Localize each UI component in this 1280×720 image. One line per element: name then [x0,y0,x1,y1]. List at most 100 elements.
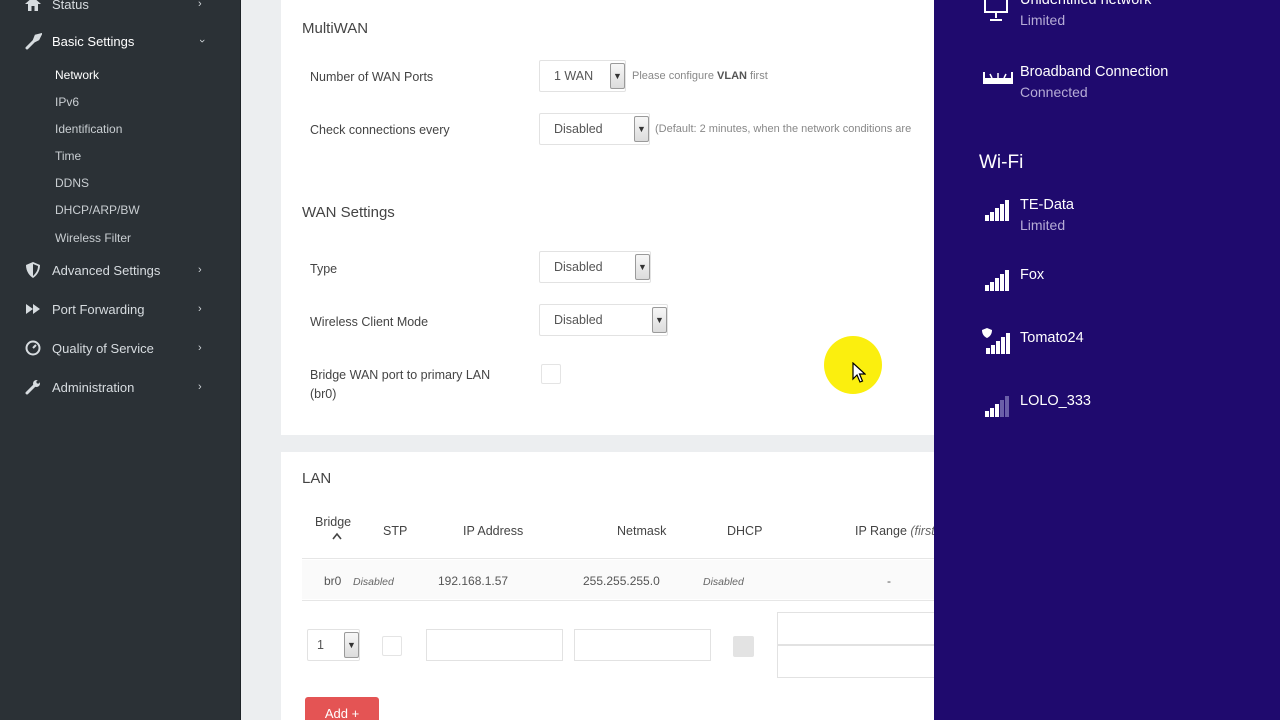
sidebar-item-administration[interactable]: Administration › [0,372,240,402]
column-header-netmask: Netmask [617,524,667,538]
network-name: Broadband Connection [1020,64,1169,80]
chevron-down-icon: ▼ [344,632,359,658]
cell-range: - [887,574,891,588]
network-name: Tomato24 [1020,330,1084,346]
wan-settings-title: WAN Settings [302,204,395,221]
check-connections-select[interactable]: Disabled ▼ [539,113,650,145]
sidebar-item-label: Status [52,0,89,12]
chevron-down-icon: ▼ [610,63,625,89]
select-value: 1 WAN [554,69,594,83]
wifi-signal-icon [985,199,1015,229]
chevron-right-icon: › [198,381,202,393]
check-connections-hint: (Default: 2 minutes, when the network co… [655,123,912,135]
new-stp-checkbox[interactable] [382,636,402,656]
new-ip-address-input[interactable] [426,629,563,661]
wrench-icon [24,32,42,50]
network-status: Limited [1020,12,1066,28]
row-divider [302,600,934,601]
check-connections-label: Check connections every [310,123,450,137]
secured-wifi-signal-icon [982,328,1012,358]
select-value: Disabled [554,122,603,136]
column-header-ip-address: IP Address [463,524,524,538]
wifi-item-fox[interactable]: Fox [934,267,1280,311]
chevron-down-icon: ▼ [634,116,649,142]
sidebar-item-advanced-settings[interactable]: Advanced Settings › [0,255,240,285]
select-value: Disabled [554,313,603,327]
sort-ascending-icon[interactable] [332,532,342,543]
wan-ports-hint: Please configure VLAN first [632,70,768,82]
select-value: Disabled [554,260,603,274]
network-name: Fox [1020,267,1045,283]
network-name: Unidentified network [1020,0,1152,8]
shield-icon [24,261,42,279]
sidebar-item-basic-settings[interactable]: Basic Settings › [0,26,240,56]
new-dhcp-checkbox[interactable] [733,636,754,657]
cell-dhcp: Disabled [703,576,744,588]
chevron-down-icon: › [195,39,208,43]
table-row: br0 Disabled 192.168.1.57 255.255.255.0 … [302,560,934,599]
wifi-item-lolo-333[interactable]: LOLO_333 [934,393,1280,437]
column-header-bridge[interactable]: Bridge [315,515,351,529]
new-netmask-input[interactable] [574,629,711,661]
wifi-item-te-data[interactable]: TE-Data Limited [934,197,1280,241]
new-bridge-select[interactable]: 1 ▼ [307,629,360,661]
vlan-link[interactable]: VLAN [717,70,747,82]
sidebar-item-port-forwarding[interactable]: Port Forwarding › [0,294,240,324]
chevron-right-icon: › [198,303,202,315]
home-icon [24,0,42,13]
new-range-end-input[interactable] [777,645,934,678]
wired-network-icon [982,0,1012,26]
cell-ip: 192.168.1.57 [438,574,509,588]
bridge-wan-checkbox[interactable] [541,364,561,384]
chevron-right-icon: › [198,264,202,276]
sidebar-subitem-network[interactable]: Network [55,68,99,82]
sidebar-subitem-dhcp-arp-bw[interactable]: DHCP/ARP/BW [55,203,140,217]
sidebar-subitem-identification[interactable]: Identification [55,122,122,136]
network-status: Connected [1020,84,1088,100]
sidebar-item-label: Administration [52,379,135,395]
cell-stp: Disabled [353,576,394,588]
bridge-wan-label: Bridge WAN port to primary LAN (br0) [310,368,491,401]
gauge-icon [24,339,42,357]
wireless-client-select[interactable]: Disabled ▼ [539,304,668,336]
network-item-broadband[interactable]: Broadband Connection Connected [934,64,1280,108]
network-name: LOLO_333 [1020,393,1091,409]
sidebar-subitem-time[interactable]: Time [55,149,81,163]
select-value: 1 [317,638,324,652]
network-item-unidentified[interactable]: Unidentified network Limited [934,0,1280,36]
new-range-start-input[interactable] [777,612,934,645]
mouse-pointer-icon [852,361,867,389]
cell-bridge: br0 [324,574,342,588]
forward-icon [24,300,42,318]
main-content: MultiWAN Number of WAN Ports 1 WAN ▼ Ple… [241,0,934,720]
sidebar-subitem-wireless-filter[interactable]: Wireless Filter [55,231,131,245]
wifi-signal-icon [985,269,1015,299]
sidebar-item-quality-of-service[interactable]: Quality of Service › [0,333,240,363]
wifi-item-tomato24[interactable]: Tomato24 [934,328,1280,374]
wifi-heading: Wi-Fi [979,152,1024,173]
network-status: Limited [1020,217,1066,233]
wan-type-select[interactable]: Disabled ▼ [539,251,651,283]
add-button[interactable]: Add + [305,697,379,720]
sidebar-item-label: Basic Settings [52,33,135,49]
sidebar-subitem-ddns[interactable]: DDNS [55,176,89,190]
header-divider [302,558,934,559]
sidebar-item-label: Port Forwarding [52,301,145,317]
wireless-client-label: Wireless Client Mode [310,315,429,329]
chevron-right-icon: › [198,0,202,10]
lan-card: LAN Bridge STP IP Address Netmask DHCP I… [281,452,934,720]
chevron-down-icon: ▼ [635,254,650,280]
wan-ports-select[interactable]: 1 WAN ▼ [539,60,626,92]
network-flyout: Unidentified network Limited Broadband C… [934,0,1280,720]
column-header-ip-range: IP Range (first [855,524,934,538]
chevron-right-icon: › [198,342,202,354]
sidebar-subitem-ipv6[interactable]: IPv6 [55,95,79,109]
multiwan-title: MultiWAN [302,20,369,37]
sidebar-item-label: Quality of Service [52,340,154,356]
wan-ports-label: Number of WAN Ports [310,70,434,84]
broadband-modem-icon [982,68,1013,98]
column-header-dhcp: DHCP [727,524,763,538]
sidebar-item-status[interactable]: Status › [0,0,240,19]
lan-title: LAN [302,470,332,487]
sidebar: Status › Basic Settings › Network IPv6 I… [0,0,241,720]
